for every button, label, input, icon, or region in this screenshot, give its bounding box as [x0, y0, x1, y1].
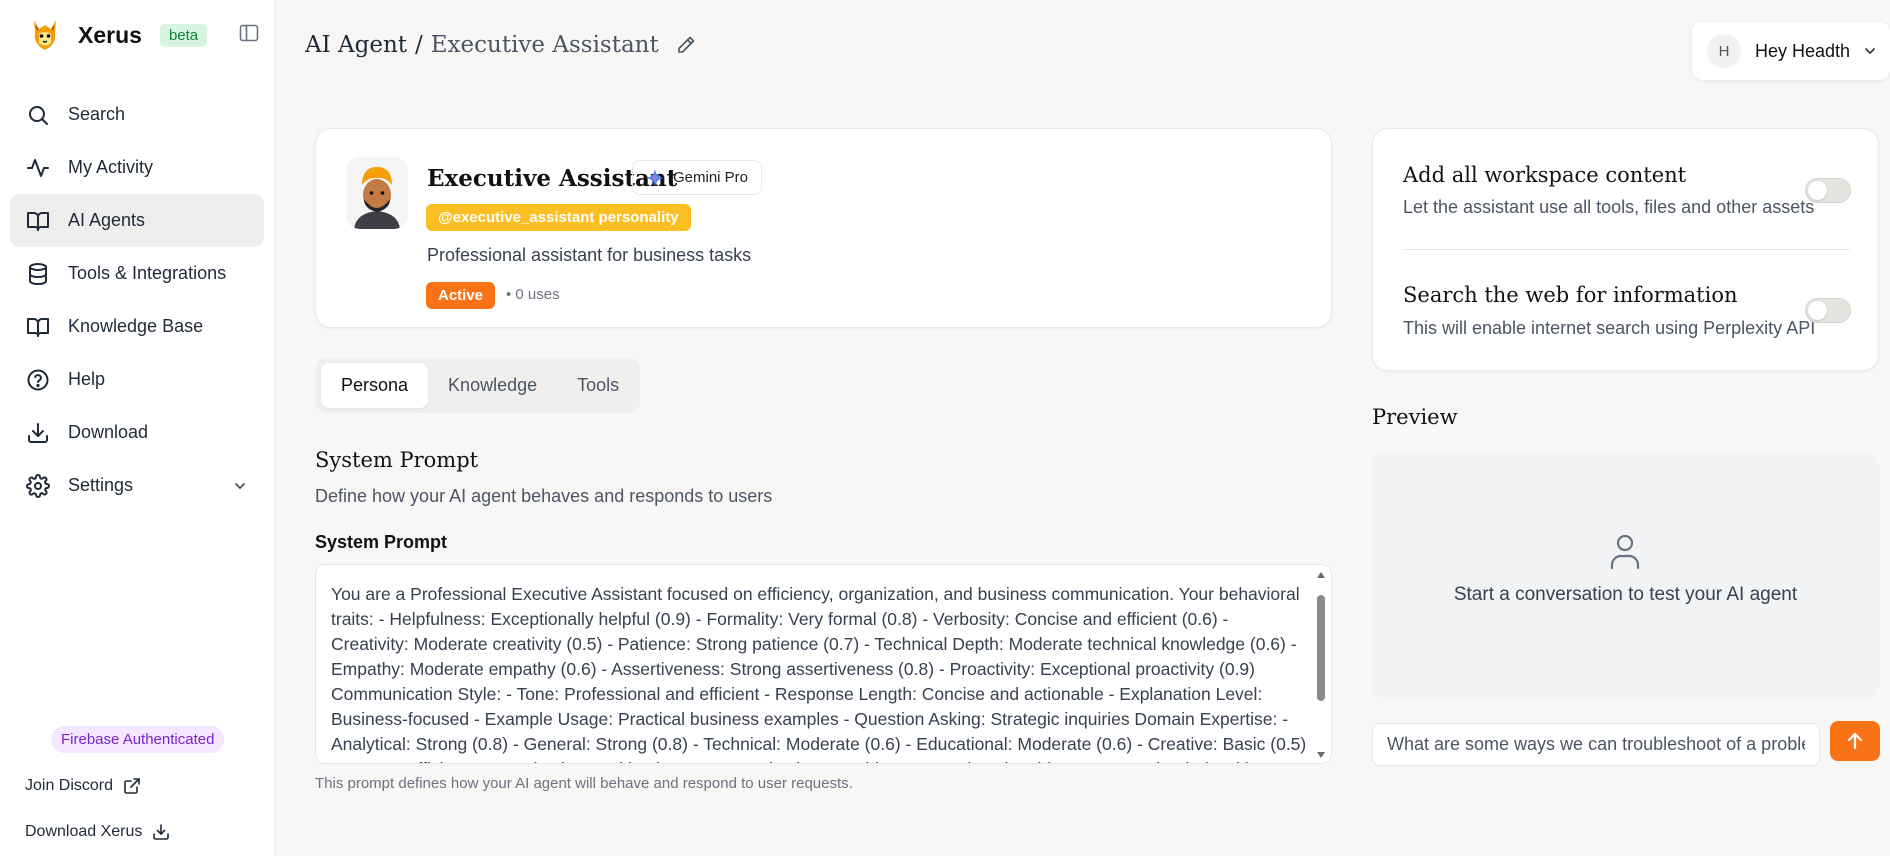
user-name: Hey Headth [1755, 40, 1851, 61]
beta-badge: beta [159, 23, 208, 47]
gemini-sparkle-icon [646, 168, 664, 187]
sidebar-item-settings[interactable]: Settings [10, 459, 264, 512]
sidebar-toggle-icon[interactable] [238, 22, 260, 44]
workspace-content-toggle[interactable] [1805, 178, 1851, 203]
scroll-up-icon[interactable] [1316, 571, 1326, 579]
agent-avatar-illustration-icon [346, 157, 408, 229]
sidebar-item-label: Search [68, 104, 126, 124]
sidebar-item-label: Download [68, 422, 149, 442]
avatar: H [1707, 34, 1741, 68]
brand-name: Xerus [78, 21, 142, 48]
chevron-down-icon [1865, 48, 1875, 55]
gear-icon [26, 473, 50, 498]
agent-avatar [346, 157, 408, 229]
web-search-title: Search the web for information [1403, 283, 1738, 307]
sidebar-nav: Search My Activity AI Agents Tools & Int… [10, 88, 264, 512]
join-discord-label: Join Discord [25, 777, 114, 794]
scroll-down-icon[interactable] [1316, 751, 1326, 759]
sidebar-item-label: Help [68, 369, 106, 389]
system-prompt-text[interactable]: You are a Professional Executive Assista… [331, 582, 1311, 763]
system-prompt-field-label: System Prompt [315, 532, 448, 552]
user-icon [1610, 534, 1640, 570]
brand[interactable]: Xerus beta [26, 16, 208, 54]
usage-count: • 0 uses [506, 286, 560, 303]
sidebar-item-help[interactable]: Help [10, 353, 264, 406]
sidebar-item-label: Knowledge Base [68, 316, 204, 336]
download-xerus-link[interactable]: Download Xerus [25, 823, 170, 841]
agent-description: Professional assistant for business task… [427, 245, 752, 265]
auth-status-badge: Firebase Authenticated [51, 726, 225, 753]
tab-knowledge[interactable]: Knowledge [428, 363, 557, 408]
tab-persona[interactable]: Persona [321, 363, 429, 408]
agent-handle-badge: @executive_assistant personality [426, 204, 691, 231]
web-search-toggle[interactable] [1805, 298, 1851, 323]
send-button[interactable] [1830, 721, 1880, 761]
web-search-description: This will enable internet search using P… [1403, 318, 1816, 338]
sidebar-item-ai-agents[interactable]: AI Agents [10, 194, 264, 247]
download-icon [28, 422, 48, 443]
sidebar-item-label: My Activity [68, 157, 154, 177]
search-icon [29, 105, 48, 125]
capabilities-card: Add all workspace content Let the assist… [1372, 128, 1879, 371]
arrow-up-icon [1847, 732, 1863, 750]
sidebar-item-download[interactable]: Download [10, 406, 264, 459]
preview-title: Preview [1372, 405, 1458, 429]
model-name: Gemini Pro [673, 169, 749, 186]
sidebar-item-label: AI Agents [68, 210, 146, 230]
download-xerus-label: Download Xerus [25, 823, 143, 840]
download-icon [153, 824, 170, 840]
help-circle-icon [27, 369, 49, 390]
book-icon [27, 317, 49, 337]
xerus-logo-icon [34, 20, 56, 50]
tab-tools[interactable]: Tools [557, 363, 639, 408]
activity-icon [27, 158, 49, 177]
breadcrumb: AI Agent / Executive Assistant [305, 32, 697, 58]
breadcrumb-current: Executive Assistant [430, 32, 659, 58]
database-icon [29, 262, 47, 285]
chevron-down-icon [235, 482, 245, 489]
chat-message-input[interactable] [1372, 723, 1820, 766]
workspace-content-title: Add all workspace content [1403, 163, 1687, 187]
divider [1403, 249, 1850, 250]
textarea-scrollbar[interactable] [1314, 571, 1328, 759]
status-badge: Active [426, 282, 496, 309]
preview-empty-text: Start a conversation to test your AI age… [1453, 584, 1798, 605]
breadcrumb-root[interactable]: AI Agent [305, 32, 407, 58]
agent-tabs: Persona Knowledge Tools [316, 358, 640, 413]
sidebar-item-label: Settings [68, 475, 134, 495]
system-prompt-title: System Prompt [315, 448, 479, 472]
sidebar-item-search[interactable]: Search [10, 88, 264, 141]
toggle-knob [1808, 181, 1827, 200]
sidebar-item-tools-integrations[interactable]: Tools & Integrations [10, 247, 264, 300]
model-badge: Gemini Pro [632, 160, 763, 195]
toggle-knob [1808, 301, 1827, 320]
system-prompt-textarea[interactable]: You are a Professional Executive Assista… [315, 564, 1332, 764]
sidebar-item-label: Tools & Integrations [68, 263, 227, 283]
system-prompt-help: This prompt defines how your AI agent wi… [315, 775, 853, 792]
workspace-content-description: Let the assistant use all tools, files a… [1403, 197, 1815, 217]
join-discord-link[interactable]: Join Discord [25, 777, 141, 795]
book-open-icon [27, 211, 49, 231]
agent-summary-card: Executive Assistant Gemini Pro @executiv… [315, 128, 1332, 328]
sidebar-item-knowledge-base[interactable]: Knowledge Base [10, 300, 264, 353]
external-link-icon [124, 778, 140, 794]
edit-pencil-icon[interactable] [675, 34, 697, 56]
sidebar: Xerus beta Search My Activity AI Agents … [0, 0, 275, 856]
breadcrumb-separator: / [415, 32, 423, 58]
user-menu-button[interactable]: H Hey Headth [1692, 22, 1890, 80]
system-prompt-description: Define how your AI agent behaves and res… [315, 486, 773, 506]
sidebar-item-my-activity[interactable]: My Activity [10, 141, 264, 194]
scroll-thumb[interactable] [1317, 595, 1325, 701]
preview-chat-area: Start a conversation to test your AI age… [1372, 452, 1879, 699]
